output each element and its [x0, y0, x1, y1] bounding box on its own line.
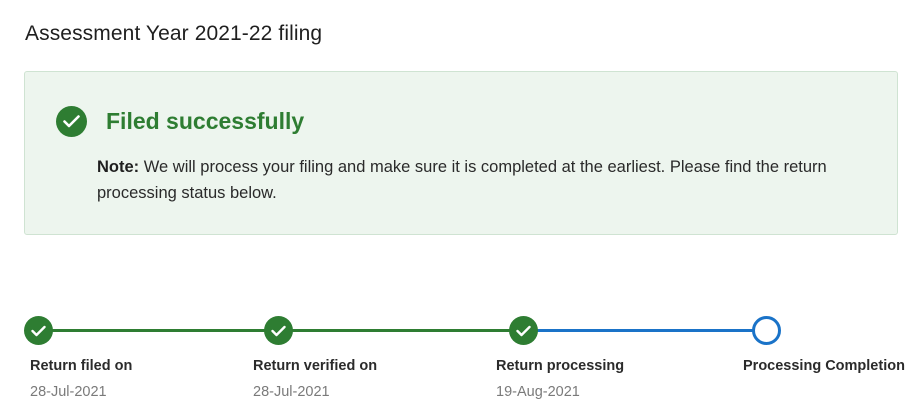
step-2-date: 28-Jul-2021	[253, 384, 330, 400]
check-circle-icon	[56, 106, 87, 137]
note-text: We will process your filing and make sur…	[97, 158, 827, 202]
step-3-label: Return processing	[496, 358, 625, 374]
status-note: Note: We will process your filing and ma…	[97, 154, 887, 206]
processing-timeline: Return filed on 28-Jul-2021 Return verif…	[0, 300, 916, 417]
step-4-label: Processing Completion	[743, 358, 905, 374]
step-4-pending-circle-icon	[752, 316, 781, 345]
step-3-date: 19-Aug-2021	[496, 384, 580, 400]
step-2-check-icon	[264, 316, 293, 345]
step-2-label: Return verified on	[253, 358, 378, 374]
timeline-line-pending	[537, 329, 757, 332]
status-header: Filed successfully	[56, 106, 304, 137]
page-title: Assessment Year 2021-22 filing	[25, 22, 323, 45]
step-1-check-icon	[24, 316, 53, 345]
note-label: Note:	[97, 158, 140, 176]
step-3-check-icon	[509, 316, 538, 345]
filing-status-panel: Filed successfully Note: We will process…	[24, 71, 898, 235]
step-1-date: 28-Jul-2021	[30, 384, 107, 400]
status-title: Filed successfully	[106, 108, 305, 134]
step-1-label: Return filed on	[30, 358, 133, 374]
